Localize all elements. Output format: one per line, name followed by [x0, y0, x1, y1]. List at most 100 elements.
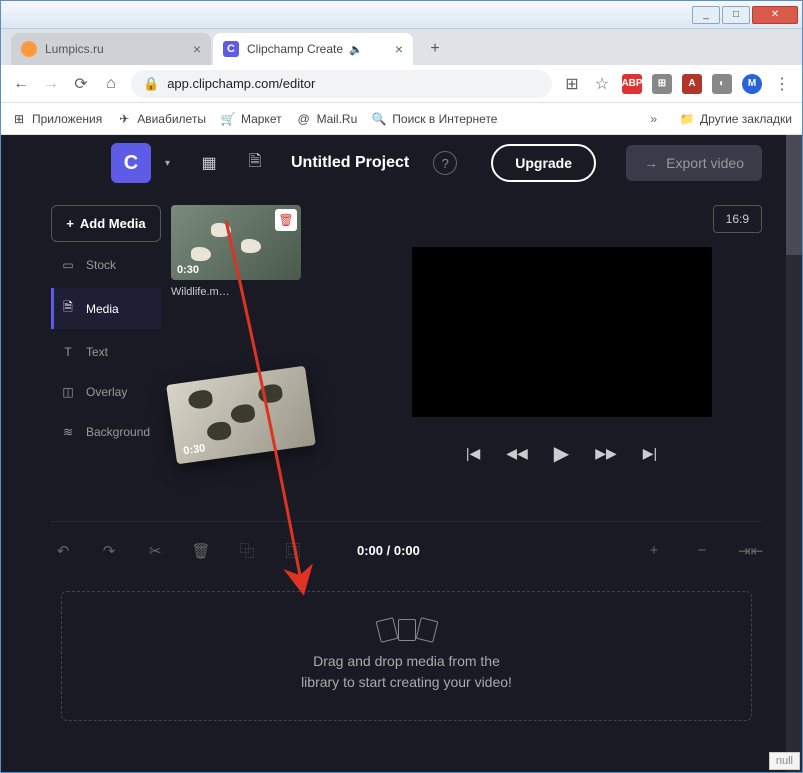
background-icon: ≋ [60, 425, 76, 439]
sidebar: +Add Media ▭Stock 🗎Media TText ◫Overlay … [51, 205, 161, 491]
close-tab-icon[interactable]: × [395, 41, 403, 57]
translate-icon[interactable]: ⊞ [562, 74, 582, 94]
plus-icon: + [66, 216, 74, 231]
dragging-clip[interactable]: 0:30 [166, 366, 316, 465]
timeline-dropzone[interactable]: Drag and drop media from the library to … [61, 591, 752, 721]
bookmark-market[interactable]: 🛒Маркет [220, 111, 282, 127]
export-video-button[interactable]: → Export video [626, 145, 762, 181]
zoom-fit-button[interactable]: ⇥⇤ [738, 542, 762, 560]
help-icon[interactable]: ? [433, 151, 457, 175]
extension-abp-icon[interactable]: ABP [622, 74, 642, 94]
delete-media-button[interactable]: 🗑 [275, 209, 297, 231]
media-icon: 🗎 [60, 298, 76, 319]
redo-button[interactable]: ↷ [97, 542, 121, 560]
preview-panel: 16:9 |◀ ◀◀ ▶ ▶▶ ▶| [361, 205, 762, 491]
stock-icon: ▭ [60, 258, 76, 272]
app-header: C ▾ ▦ 🗎 Untitled Project ? Upgrade → Exp… [1, 135, 802, 191]
timeline-toolbar: ↶ ↷ ✂ 🗑 ⿻ ⿴ 0:00 / 0:00 + − ⇥⇤ [51, 521, 762, 569]
duplicate-button[interactable]: ⿴ [281, 540, 305, 561]
dropzone-text: Drag and drop media from the [301, 651, 512, 672]
clip-duration: 0:30 [183, 442, 206, 457]
folder-icon: 📁 [679, 111, 695, 127]
bookmarks-overflow[interactable]: » [650, 112, 657, 126]
skip-end-button[interactable]: ▶| [643, 445, 657, 462]
bookmark-mailru[interactable]: @Mail.Ru [296, 111, 358, 127]
sidebar-item-background[interactable]: ≋Background [51, 415, 161, 449]
home-button[interactable]: ⌂ [101, 74, 121, 94]
app-logo[interactable]: C [111, 143, 151, 183]
window-close-button[interactable]: ✕ [752, 6, 798, 24]
scrollbar-thumb[interactable] [786, 135, 802, 255]
sidebar-item-text[interactable]: TText [51, 335, 161, 369]
clip-duration: 0:30 [177, 264, 199, 276]
other-bookmarks[interactable]: 📁Другие закладки [679, 111, 792, 127]
reload-button[interactable]: ⟳ [71, 74, 91, 94]
rewind-button[interactable]: ◀◀ [506, 445, 528, 462]
project-title[interactable]: Untitled Project [291, 154, 409, 172]
favicon-icon [21, 41, 37, 57]
bookmark-flights[interactable]: ✈Авиабилеты [116, 111, 206, 127]
fast-forward-button[interactable]: ▶▶ [595, 445, 617, 462]
add-media-button[interactable]: +Add Media [51, 205, 161, 242]
copy-button[interactable]: ⿻ [235, 540, 259, 561]
browser-tabstrip: Lumpics.ru × C Clipchamp Create 🔈 × + [1, 29, 802, 65]
cart-icon: 🛒 [220, 111, 236, 127]
address-bar: ← → ⟳ ⌂ 🔒 app.clipchamp.com/editor ⊞ ☆ A… [1, 65, 802, 103]
arrow-right-icon: → [644, 155, 658, 171]
media-library: 🗑 0:30 Wildlife.m… 0:30 [171, 205, 351, 491]
extension-icon[interactable]: ⊞ [652, 74, 672, 94]
window-minimize-button[interactable]: _ [692, 6, 720, 24]
tab-title: Lumpics.ru [45, 42, 104, 56]
media-filename: Wildlife.m… [171, 286, 351, 298]
upgrade-button[interactable]: Upgrade [491, 144, 596, 182]
forward-button[interactable]: → [41, 74, 61, 94]
back-button[interactable]: ← [11, 74, 31, 94]
url-input[interactable]: 🔒 app.clipchamp.com/editor [131, 70, 552, 98]
delete-button[interactable]: 🗑 [189, 542, 213, 560]
profile-avatar-icon[interactable]: M [742, 74, 762, 94]
bookmark-search[interactable]: 🔍Поиск в Интернете [371, 111, 497, 127]
extension-adobe-icon[interactable]: A [682, 74, 702, 94]
media-cards-icon [378, 619, 436, 641]
mail-icon: @ [296, 111, 312, 127]
close-tab-icon[interactable]: × [193, 41, 201, 57]
zoom-in-button[interactable]: + [642, 542, 666, 560]
window-maximize-button[interactable]: □ [722, 6, 750, 24]
video-preview[interactable] [412, 247, 712, 417]
url-text: app.clipchamp.com/editor [167, 76, 315, 91]
zoom-out-button[interactable]: − [690, 542, 714, 560]
browser-menu-button[interactable]: ⋮ [772, 74, 792, 94]
lock-icon: 🔒 [143, 76, 159, 92]
video-layout-icon[interactable]: ▦ [193, 147, 225, 179]
export-label: Export video [666, 155, 744, 171]
extension-icon[interactable]: ◐ [712, 74, 732, 94]
sidebar-item-overlay[interactable]: ◫Overlay [51, 375, 161, 409]
bookmarks-bar: ⊞Приложения ✈Авиабилеты 🛒Маркет @Mail.Ru… [1, 103, 802, 135]
browser-tab-clipchamp[interactable]: C Clipchamp Create 🔈 × [213, 33, 413, 65]
sidebar-item-media[interactable]: 🗎Media [51, 288, 161, 329]
favicon-icon: C [223, 41, 239, 57]
play-button[interactable]: ▶ [554, 441, 569, 466]
browser-tab-lumpics[interactable]: Lumpics.ru × [11, 33, 211, 65]
undo-button[interactable]: ↶ [51, 542, 75, 560]
new-tab-button[interactable]: + [421, 35, 449, 63]
bookmark-apps[interactable]: ⊞Приложения [11, 111, 102, 127]
plane-icon: ✈ [116, 111, 132, 127]
search-icon: 🔍 [371, 111, 387, 127]
tab-audio-icon[interactable]: 🔈 [349, 43, 363, 56]
aspect-ratio-button[interactable]: 16:9 [713, 205, 762, 233]
apps-icon: ⊞ [11, 111, 27, 127]
document-icon[interactable]: 🗎 [239, 147, 271, 179]
bookmark-star-icon[interactable]: ☆ [592, 74, 612, 94]
timeline-time: 0:00 / 0:00 [357, 543, 420, 558]
split-button[interactable]: ✂ [143, 542, 167, 560]
null-badge: null [769, 752, 800, 770]
sidebar-item-stock[interactable]: ▭Stock [51, 248, 161, 282]
app-scrollbar[interactable] [786, 135, 802, 772]
chevron-down-icon[interactable]: ▾ [165, 158, 179, 169]
clipchamp-app: C ▾ ▦ 🗎 Untitled Project ? Upgrade → Exp… [1, 135, 802, 772]
skip-start-button[interactable]: |◀ [466, 445, 480, 462]
media-thumbnail[interactable]: 🗑 0:30 [171, 205, 301, 280]
text-icon: T [60, 345, 76, 359]
dropzone-text: library to start creating your video! [301, 672, 512, 693]
